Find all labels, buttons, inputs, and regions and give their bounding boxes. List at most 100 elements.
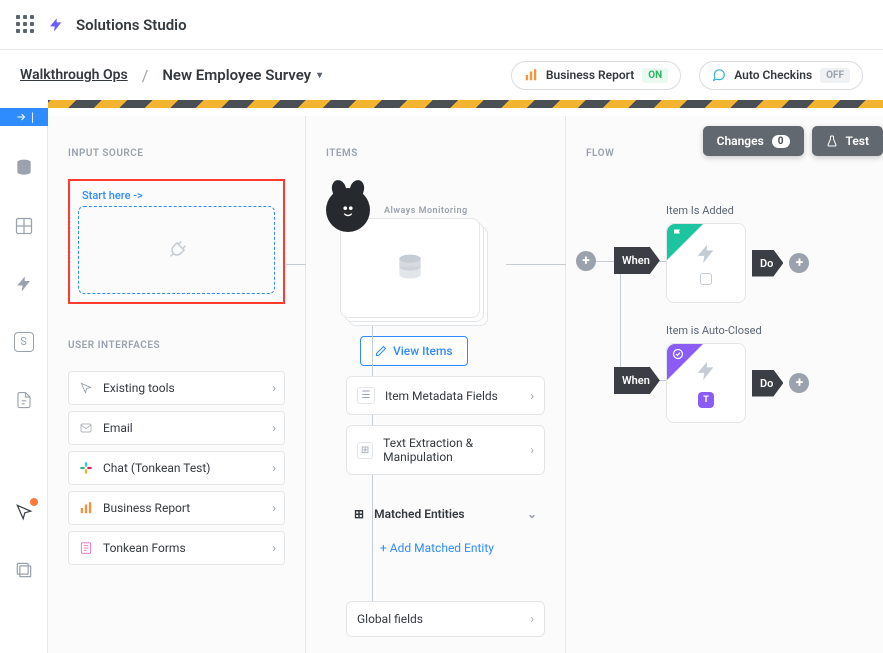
notification-dot bbox=[30, 498, 38, 506]
do-tag: Do bbox=[752, 370, 783, 397]
always-monitoring-label: Always Monitoring bbox=[384, 206, 468, 216]
rail-grid-icon[interactable] bbox=[12, 214, 36, 238]
item-metadata-card[interactable]: ☰ Item Metadata Fields › bbox=[346, 376, 545, 415]
test-button[interactable]: Test bbox=[812, 126, 883, 156]
ui-item-existing-tools[interactable]: Existing tools › bbox=[68, 371, 285, 405]
item-metadata-label: Item Metadata Fields bbox=[385, 389, 498, 403]
chevron-down-icon: ⌄ bbox=[527, 507, 537, 521]
matched-entities-label: Matched Entities bbox=[374, 507, 465, 521]
subheader: Walkthrough Ops / New Employee Survey ▾ … bbox=[0, 50, 883, 100]
ui-item-email[interactable]: Email › bbox=[68, 411, 285, 445]
input-source-column: Input Source Start here -> User Interfac… bbox=[48, 116, 306, 653]
trigger-title: Item is Auto-Closed bbox=[666, 324, 809, 337]
auto-checkins-label: Auto Checkins bbox=[734, 68, 812, 82]
bar-chart-icon bbox=[524, 68, 538, 82]
hazard-strip bbox=[48, 100, 883, 108]
items-data-card[interactable] bbox=[340, 218, 480, 318]
breadcrumb-current[interactable]: New Employee Survey ▾ bbox=[162, 66, 322, 84]
breadcrumb-sep: / bbox=[142, 66, 149, 85]
chevron-right-icon: › bbox=[530, 612, 534, 626]
trigger-card-auto-closed[interactable]: T bbox=[666, 343, 746, 423]
ui-item-business-report[interactable]: Business Report › bbox=[68, 491, 285, 525]
input-source-dropzone[interactable] bbox=[78, 206, 275, 294]
do-tag: Do bbox=[752, 250, 783, 277]
business-report-label: Business Report bbox=[546, 68, 634, 82]
ui-item-label: Email bbox=[103, 421, 133, 435]
database-icon bbox=[394, 252, 426, 284]
text-extraction-card[interactable]: ⊞ Text Extraction & Manipulation › bbox=[346, 425, 545, 475]
trigger-item-added: Item Is Added Do + bbox=[666, 204, 809, 303]
grid-icon: ⊞ bbox=[354, 507, 364, 521]
when-tag: When bbox=[614, 367, 660, 394]
left-rail: S bbox=[0, 126, 48, 653]
checkbox-icon bbox=[700, 273, 712, 285]
rail-cursor-icon[interactable] bbox=[12, 500, 36, 524]
monkey-avatar-icon bbox=[326, 188, 370, 232]
check-circle-icon bbox=[672, 348, 684, 360]
list-icon: ☰ bbox=[357, 387, 375, 404]
ui-item-tonkean-forms[interactable]: Tonkean Forms › bbox=[68, 531, 285, 565]
forms-icon bbox=[77, 539, 95, 557]
breadcrumb-workspace[interactable]: Walkthrough Ops bbox=[20, 67, 128, 83]
chevron-right-icon: › bbox=[272, 461, 276, 475]
global-fields-card[interactable]: Global fields › bbox=[346, 601, 545, 637]
trigger-card-added[interactable] bbox=[666, 223, 746, 303]
collapse-sidebar-button[interactable]: | bbox=[0, 108, 48, 126]
rail-database-icon[interactable] bbox=[12, 156, 36, 180]
chevron-down-icon: ▾ bbox=[317, 70, 322, 81]
changes-label: Changes bbox=[717, 134, 764, 148]
trigger-item-auto-closed: Item is Auto-Closed T Do + bbox=[666, 324, 809, 423]
breadcrumb-current-label: New Employee Survey bbox=[162, 66, 311, 84]
rail-stack-icon[interactable] bbox=[12, 558, 36, 582]
app-switcher-icon[interactable] bbox=[16, 15, 36, 35]
add-action-button[interactable]: + bbox=[789, 253, 809, 273]
ui-item-chat[interactable]: Chat (Tonkean Test) › bbox=[68, 451, 285, 485]
chat-icon bbox=[712, 68, 726, 82]
matched-entities-section: ⊞ Matched Entities ⌄ + Add Matched Entit… bbox=[346, 501, 545, 555]
slack-icon bbox=[77, 459, 95, 477]
test-label: Test bbox=[846, 134, 870, 148]
on-badge: ON bbox=[642, 68, 668, 83]
rail-lightning-icon[interactable] bbox=[12, 272, 36, 296]
flow-label: Flow bbox=[586, 148, 614, 159]
view-items-label: View Items bbox=[393, 344, 453, 358]
off-badge: OFF bbox=[820, 68, 850, 83]
when-tag: When bbox=[614, 247, 660, 274]
plug-icon bbox=[160, 233, 194, 267]
ui-item-label: Tonkean Forms bbox=[103, 541, 186, 555]
flask-icon bbox=[826, 134, 838, 148]
items-label: Items bbox=[326, 148, 545, 159]
grid-icon: ⊞ bbox=[357, 442, 373, 459]
items-column: Items Always Monitoring View Items ☰ Ite… bbox=[306, 116, 566, 653]
chevron-right-icon: › bbox=[530, 443, 534, 457]
chevron-right-icon: › bbox=[530, 389, 534, 403]
report-icon bbox=[77, 499, 95, 517]
flag-icon bbox=[672, 228, 684, 240]
auto-checkins-pill[interactable]: Auto Checkins OFF bbox=[699, 61, 863, 90]
rail-note-icon[interactable] bbox=[12, 388, 36, 412]
global-fields-label: Global fields bbox=[357, 612, 423, 626]
changes-button[interactable]: Changes 0 bbox=[703, 126, 804, 156]
logo-lightning-icon bbox=[48, 16, 64, 34]
chevron-right-icon: › bbox=[272, 381, 276, 395]
changes-count: 0 bbox=[772, 135, 790, 148]
tools-icon bbox=[77, 379, 95, 397]
t-chip: T bbox=[698, 392, 714, 408]
floating-actions: Changes 0 Test bbox=[703, 126, 883, 156]
chevron-right-icon: › bbox=[272, 421, 276, 435]
view-items-button[interactable]: View Items bbox=[360, 336, 468, 366]
ui-item-label: Chat (Tonkean Test) bbox=[103, 461, 210, 475]
add-node-button[interactable]: + bbox=[576, 251, 596, 271]
ui-item-label: Existing tools bbox=[103, 381, 175, 395]
connector-vline bbox=[620, 261, 621, 381]
rail-s-icon[interactable]: S bbox=[12, 330, 36, 354]
pencil-icon bbox=[375, 345, 387, 357]
email-icon bbox=[77, 419, 95, 437]
add-action-button[interactable]: + bbox=[789, 373, 809, 393]
business-report-pill[interactable]: Business Report ON bbox=[511, 61, 681, 90]
add-matched-entity-link[interactable]: + Add Matched Entity bbox=[380, 541, 545, 555]
user-interfaces-label: User Interfaces bbox=[68, 340, 285, 351]
text-extraction-label: Text Extraction & Manipulation bbox=[383, 436, 520, 464]
app-title: Solutions Studio bbox=[76, 16, 187, 34]
matched-entities-header[interactable]: ⊞ Matched Entities ⌄ bbox=[346, 501, 545, 527]
